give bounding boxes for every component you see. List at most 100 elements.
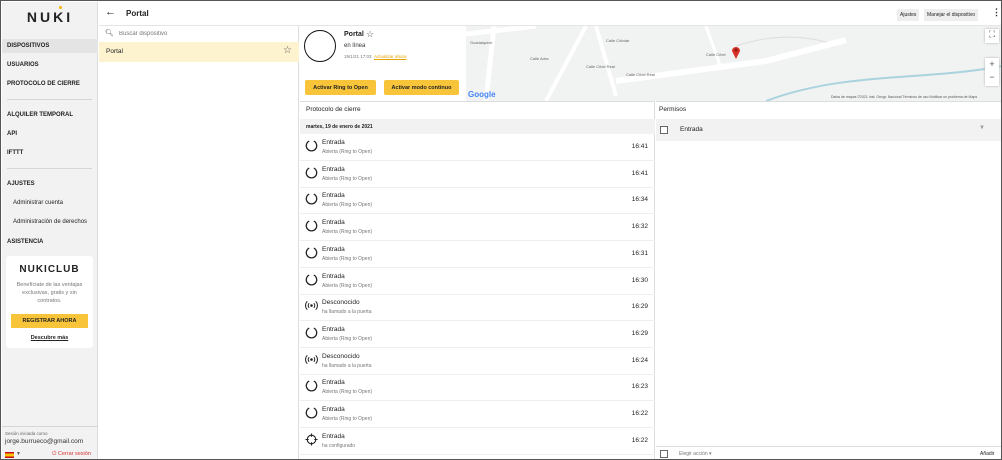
chevron-down-icon[interactable]: ▼	[979, 125, 985, 131]
settings-button[interactable]: Ajustes	[897, 9, 920, 21]
log-entry-name: Entrada	[322, 406, 345, 413]
permission-row[interactable]: Entrada ▼	[656, 119, 1001, 141]
log-entry-name: Entrada	[322, 272, 345, 280]
zoom-controls: + −	[985, 58, 999, 86]
log-entry-name: Entrada	[322, 219, 345, 227]
sidebar-item-api[interactable]: API	[2, 127, 98, 141]
location-pin-icon[interactable]	[731, 45, 741, 59]
continuous-mode-button[interactable]: Activar modo continuo	[384, 80, 459, 95]
device-title: Portal	[344, 31, 364, 38]
nuki-club-card: NUKICLUB Benefíciate de las ventajas exc…	[6, 256, 93, 348]
zoom-out-icon[interactable]: −	[985, 71, 999, 84]
sidebar-item-administracion-derechos[interactable]: Administración de derechos	[2, 215, 98, 229]
register-button[interactable]: REGISTRAR AHORA	[11, 314, 88, 328]
device-panel: Portal ☆ en línea 19/1/21 17:03 Actualiz…	[300, 26, 466, 100]
map-street-label: Calle Cíbel Real	[626, 72, 655, 77]
log-entry-time: 16:24	[631, 356, 648, 364]
log-entry-name: Entrada	[322, 192, 345, 200]
log-entry-time: 16:41	[631, 143, 648, 150]
sidebar-item-usuarios[interactable]: USUARIOS	[2, 58, 98, 72]
zoom-in-icon[interactable]: +	[985, 58, 999, 71]
top-bar: ← Portal Ajustes Manejar el dispositivo …	[99, 2, 1001, 26]
log-entry-name: Entrada	[322, 432, 345, 440]
doorbell-icon	[305, 353, 318, 366]
sidebar-item-ajustes[interactable]: AJUSTES	[2, 177, 98, 191]
log-entry-description: Abierta (Ring to Open)	[322, 229, 373, 236]
search-input[interactable]	[119, 28, 289, 40]
logout-link[interactable]: ⏻ Cerrar sesión	[52, 451, 91, 458]
chevron-down-icon[interactable]: ▼	[16, 451, 21, 457]
open-arc-icon	[305, 406, 318, 419]
log-entry-description: Abierta (Ring to Open)	[322, 202, 373, 209]
discover-more-link[interactable]: Descubre más	[6, 335, 93, 341]
spain-flag-icon[interactable]	[5, 452, 14, 458]
log-row[interactable]: Desconocido ha llamado a la puerta 16:24	[300, 348, 655, 375]
device-avatar	[304, 30, 336, 62]
sidebar-divider	[7, 99, 92, 100]
map-street-label: Guadalquivir	[470, 40, 493, 45]
log-row[interactable]: Entrada Abierta (Ring to Open) 16:23	[300, 374, 655, 402]
device-list: 🔍︎ Portal ☆	[99, 26, 299, 459]
log-entry-name: Desconocido	[322, 299, 360, 307]
fullscreen-icon[interactable]: ⛶	[985, 29, 999, 43]
open-arc-icon	[305, 139, 318, 152]
google-logo: Google	[468, 90, 496, 99]
logo-dot	[59, 6, 62, 9]
ring-to-open-button[interactable]: Activar Ring to Open	[305, 80, 376, 95]
lock-log-panel: Protocolo de cierre martes, 19 de enero …	[300, 101, 655, 459]
add-button[interactable]: Añadir	[980, 451, 994, 457]
log-row[interactable]: Entrada ha configurado 16:22	[300, 428, 655, 455]
open-arc-icon	[305, 246, 318, 259]
choose-action-select[interactable]: Elegir acción ▾	[679, 451, 712, 457]
more-menu-icon[interactable]: ⋮	[992, 7, 1001, 18]
log-row[interactable]: Entrada Abierta (Ring to Open) 16:41	[300, 161, 655, 188]
log-entry-name: Desconocido	[322, 352, 360, 360]
location-map[interactable]: Guadalquivir Calle Adra Calle Cóbdar Cal…	[466, 26, 1001, 101]
log-row[interactable]: Entrada Abierta (Ring to Open) 16:29	[300, 321, 655, 348]
permissions-footer: Elegir acción ▾ Añadir	[656, 446, 1001, 459]
device-status: en línea	[344, 43, 366, 49]
log-entry-name: Entrada	[322, 379, 345, 387]
search-icon: 🔍︎	[105, 30, 114, 37]
star-icon[interactable]: ☆	[366, 29, 374, 40]
log-row[interactable]: Entrada Abierta (Ring to Open) 16:30	[300, 268, 655, 295]
log-date-header: martes, 19 de enero de 2021	[300, 119, 655, 134]
doorbell-icon	[305, 299, 318, 312]
log-entry-description: ha llamado a la puerta	[322, 362, 372, 369]
sidebar-item-administrar-cuenta[interactable]: Administrar cuenta	[2, 196, 98, 210]
manage-device-button[interactable]: Manejar el dispositivo	[924, 9, 979, 21]
map-street-label: Calle Cíbel	[706, 52, 726, 57]
sidebar: NUKI DISPOSITIVOS USUARIOS PROTOCOLO DE …	[2, 2, 98, 459]
nuki-logo[interactable]: NUKI	[2, 6, 98, 25]
log-entry-description: Abierta (Ring to Open)	[322, 335, 373, 342]
open-arc-icon	[305, 166, 318, 179]
club-logo: NUKICLUB	[19, 264, 80, 275]
list-item[interactable]: Portal ☆	[99, 42, 299, 62]
map-street-label: Calle Adra	[530, 56, 549, 61]
star-icon[interactable]: ☆	[283, 45, 292, 56]
log-row[interactable]: Entrada Abierta (Ring to Open) 16:34	[300, 187, 655, 215]
open-arc-icon	[305, 192, 318, 205]
log-entry-description: Abierta (Ring to Open)	[322, 149, 373, 155]
log-row[interactable]: Entrada Abierta (Ring to Open) 16:31	[300, 241, 655, 268]
permissions-title: Permisos	[659, 106, 687, 113]
sidebar-item-ifttt[interactable]: IFTTT	[2, 146, 98, 160]
select-all-checkbox[interactable]	[660, 450, 668, 458]
sidebar-item-alquiler[interactable]: ALQUILER TEMPORAL	[2, 108, 98, 122]
log-row[interactable]: Entrada Abierta (Ring to Open) 16:41	[300, 134, 655, 161]
log-entry-description: Abierta (Ring to Open)	[322, 282, 373, 289]
log-row[interactable]: Entrada Abierta (Ring to Open) 16:32	[300, 214, 655, 242]
session-label: Sesión iniciada como	[5, 431, 48, 436]
log-entry-time: 16:34	[631, 196, 648, 204]
log-entry-name: Entrada	[322, 139, 345, 146]
back-arrow-icon[interactable]: ←	[105, 6, 116, 18]
log-entry-time: 16:30	[631, 276, 648, 284]
log-row[interactable]: Entrada Abierta (Ring to Open) 16:22	[300, 401, 655, 428]
update-now-link[interactable]: Actualizar ahora	[374, 54, 407, 59]
log-entry-time: 16:29	[631, 303, 648, 311]
sidebar-item-asistencia[interactable]: ASISTENCIA	[2, 235, 98, 249]
sidebar-item-protocolo[interactable]: PROTOCOLO DE CIERRE	[2, 77, 98, 91]
sidebar-item-dispositivos[interactable]: DISPOSITIVOS	[2, 39, 98, 53]
permission-checkbox[interactable]	[660, 126, 668, 134]
log-row[interactable]: Desconocido ha llamado a la puerta 16:29	[300, 294, 655, 322]
